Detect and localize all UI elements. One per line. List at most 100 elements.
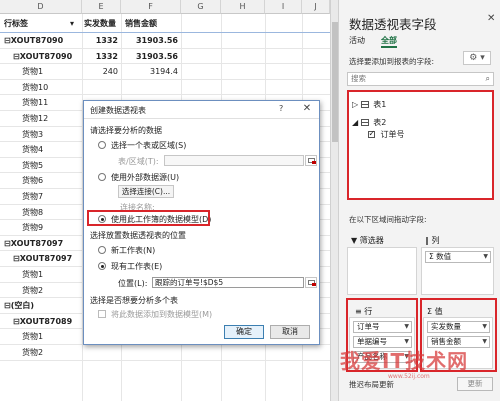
row-label: 货物12 — [22, 114, 49, 123]
drag-hint: 在以下区域间拖动字段: — [349, 215, 427, 224]
row-sales-amount — [121, 80, 181, 96]
row-quantity — [82, 345, 121, 361]
table-row[interactable]: 货物1 240 3194.4 — [0, 64, 330, 80]
column-header-G[interactable]: G — [181, 0, 221, 14]
help-icon[interactable]: ? — [279, 104, 283, 113]
highlight-data-model — [87, 210, 210, 226]
area-columns-label: 列 — [431, 236, 440, 245]
row-label: ⊟XOUT87097 — [4, 238, 64, 248]
checkbox-add-to-model[interactable] — [98, 310, 106, 318]
close-icon[interactable]: ✕ — [296, 102, 318, 116]
search-icon: ⌕ — [485, 74, 490, 83]
fields-hint: 选择要添加到报表的字段: — [349, 57, 435, 66]
radio-new-worksheet-label: 新工作表(N) — [111, 246, 156, 255]
range-input[interactable] — [164, 155, 304, 166]
area-filter-dropzone[interactable] — [347, 247, 417, 295]
area-columns-header: ‖ 列 — [425, 235, 440, 246]
section-location: 选择放置数据透视表的位置 — [90, 231, 186, 240]
ok-button[interactable]: 确定 — [224, 325, 264, 339]
location-input[interactable]: 跟踪的订单号!$D$5 — [152, 277, 304, 288]
radio-select-range-label: 选择一个表或区域(S) — [111, 141, 187, 150]
row-label: 货物1 — [22, 270, 44, 279]
row-label: 货物1 — [22, 332, 44, 342]
row-label: 货物3 — [22, 129, 44, 139]
row-label: 货物1 — [22, 67, 44, 77]
defer-layout-update[interactable]: 推迟布局更新 — [349, 379, 394, 390]
update-button[interactable]: 更新 — [457, 377, 493, 391]
row-label: 货物7 — [22, 192, 44, 201]
area-filter-label: 筛选器 — [359, 236, 384, 245]
watermark-url: www.52ij.com — [388, 373, 430, 380]
radio-external-source[interactable] — [98, 173, 106, 181]
tab-active[interactable]: 活动 — [349, 35, 365, 46]
range-picker-button[interactable] — [305, 155, 317, 166]
tab-all[interactable]: 全部 — [381, 35, 397, 48]
header-sales-amount: 销售金额 — [125, 19, 157, 28]
range-label: 表/区域(T): — [118, 157, 159, 166]
range-arrow-icon — [312, 161, 316, 164]
row-sales-amount: 3194.4 — [150, 67, 178, 77]
table-row[interactable]: ⊟XOUT87090 1332 31903.56 — [0, 33, 330, 49]
row-label: ⊟XOUT87090 — [13, 51, 73, 61]
gear-icon[interactable]: ⚙ ▾ — [463, 51, 491, 65]
cancel-button[interactable]: 取消 — [270, 325, 310, 339]
row-label: 货物11 — [22, 98, 49, 108]
close-icon[interactable]: ✕ — [487, 13, 495, 24]
pane-title: 数据透视表字段 — [349, 17, 437, 32]
header-quantity: 实发数量 — [84, 19, 116, 28]
section-data-source: 请选择要分析的数据 — [90, 126, 162, 135]
row-label: ⊟XOUT87089 — [13, 316, 73, 326]
column-header-F[interactable]: F — [121, 0, 181, 14]
column-header-J[interactable]: J — [302, 0, 330, 14]
radio-select-range[interactable] — [98, 141, 106, 149]
header-row-label: 行标签 — [4, 19, 28, 28]
filter-icon: ▼ — [351, 236, 360, 245]
row-label: 货物9 — [22, 223, 44, 233]
row-label: 货物4 — [22, 145, 44, 155]
row-quantity — [82, 80, 121, 96]
checkbox-add-to-model-label: 将此数据添加到数据模型(M) — [111, 310, 213, 319]
area-columns-dropzone[interactable]: Σ 数值 ▼ — [421, 247, 494, 295]
row-label: 货物10 — [22, 82, 49, 92]
radio-existing-worksheet-label: 现有工作表(E) — [111, 262, 163, 271]
highlight-field-list — [347, 90, 494, 200]
row-label: 货物2 — [22, 348, 44, 357]
radio-existing-worksheet[interactable] — [98, 262, 106, 270]
section-multiple-tables: 选择是否想要分析多个表 — [90, 296, 178, 305]
row-quantity: 240 — [102, 67, 118, 77]
watermark-logo: 我爱IT技术网 — [340, 349, 469, 373]
column-header-D[interactable]: D — [0, 0, 82, 14]
dialog-titlebar[interactable]: 创建数据透视表 ? ✕ — [84, 101, 319, 119]
chip-label: Σ 数值 — [429, 252, 452, 261]
location-picker-button[interactable] — [305, 277, 317, 288]
pivot-fields-pane: 数据透视表字段 ✕ 活动 全部 选择要添加到报表的字段: ⚙ ▾ 搜索 ⌕ ▷ … — [338, 0, 500, 401]
range-arrow-icon — [312, 283, 316, 286]
filter-dropdown-icon[interactable]: ▾ — [70, 14, 80, 33]
area-filter-header: ▼ 筛选器 — [351, 235, 384, 246]
search-placeholder: 搜索 — [351, 74, 366, 83]
column-header-H[interactable]: H — [221, 0, 265, 14]
row-sales-amount: 31903.56 — [135, 36, 178, 45]
row-quantity: 1332 — [95, 36, 118, 45]
radio-new-worksheet[interactable] — [98, 246, 106, 254]
location-label: 位置(L): — [118, 279, 148, 288]
table-row[interactable]: ⊟XOUT87090 1332 31903.56 — [0, 49, 330, 65]
field-search-input[interactable]: 搜索 ⌕ — [347, 72, 494, 86]
column-header-I[interactable]: I — [265, 0, 302, 14]
row-label: ⊟XOUT87097 — [13, 254, 73, 264]
choose-connection-button[interactable]: 选择连接(C)... — [118, 185, 174, 198]
row-label: 货物2 — [22, 285, 44, 295]
pivot-header-row[interactable]: 行标签 ▾ 实发数量 销售金额 — [0, 14, 330, 33]
row-label: 货物8 — [22, 207, 44, 217]
table-row[interactable]: 货物10 — [0, 80, 330, 96]
row-quantity: 1332 — [95, 51, 118, 61]
row-label: 货物5 — [22, 160, 44, 170]
row-sales-amount: 31903.56 — [135, 51, 178, 61]
column-header-E[interactable]: E — [82, 0, 121, 14]
sheet-vertical-scrollbar[interactable] — [330, 0, 338, 401]
chevron-down-icon[interactable]: ▼ — [483, 252, 488, 262]
radio-external-source-label: 使用外部数据源(U) — [111, 173, 180, 182]
table-row[interactable]: 货物2 — [0, 345, 330, 361]
row-label: ⊟(空白) — [4, 301, 35, 311]
columns-chip-values[interactable]: Σ 数值 ▼ — [425, 251, 491, 263]
